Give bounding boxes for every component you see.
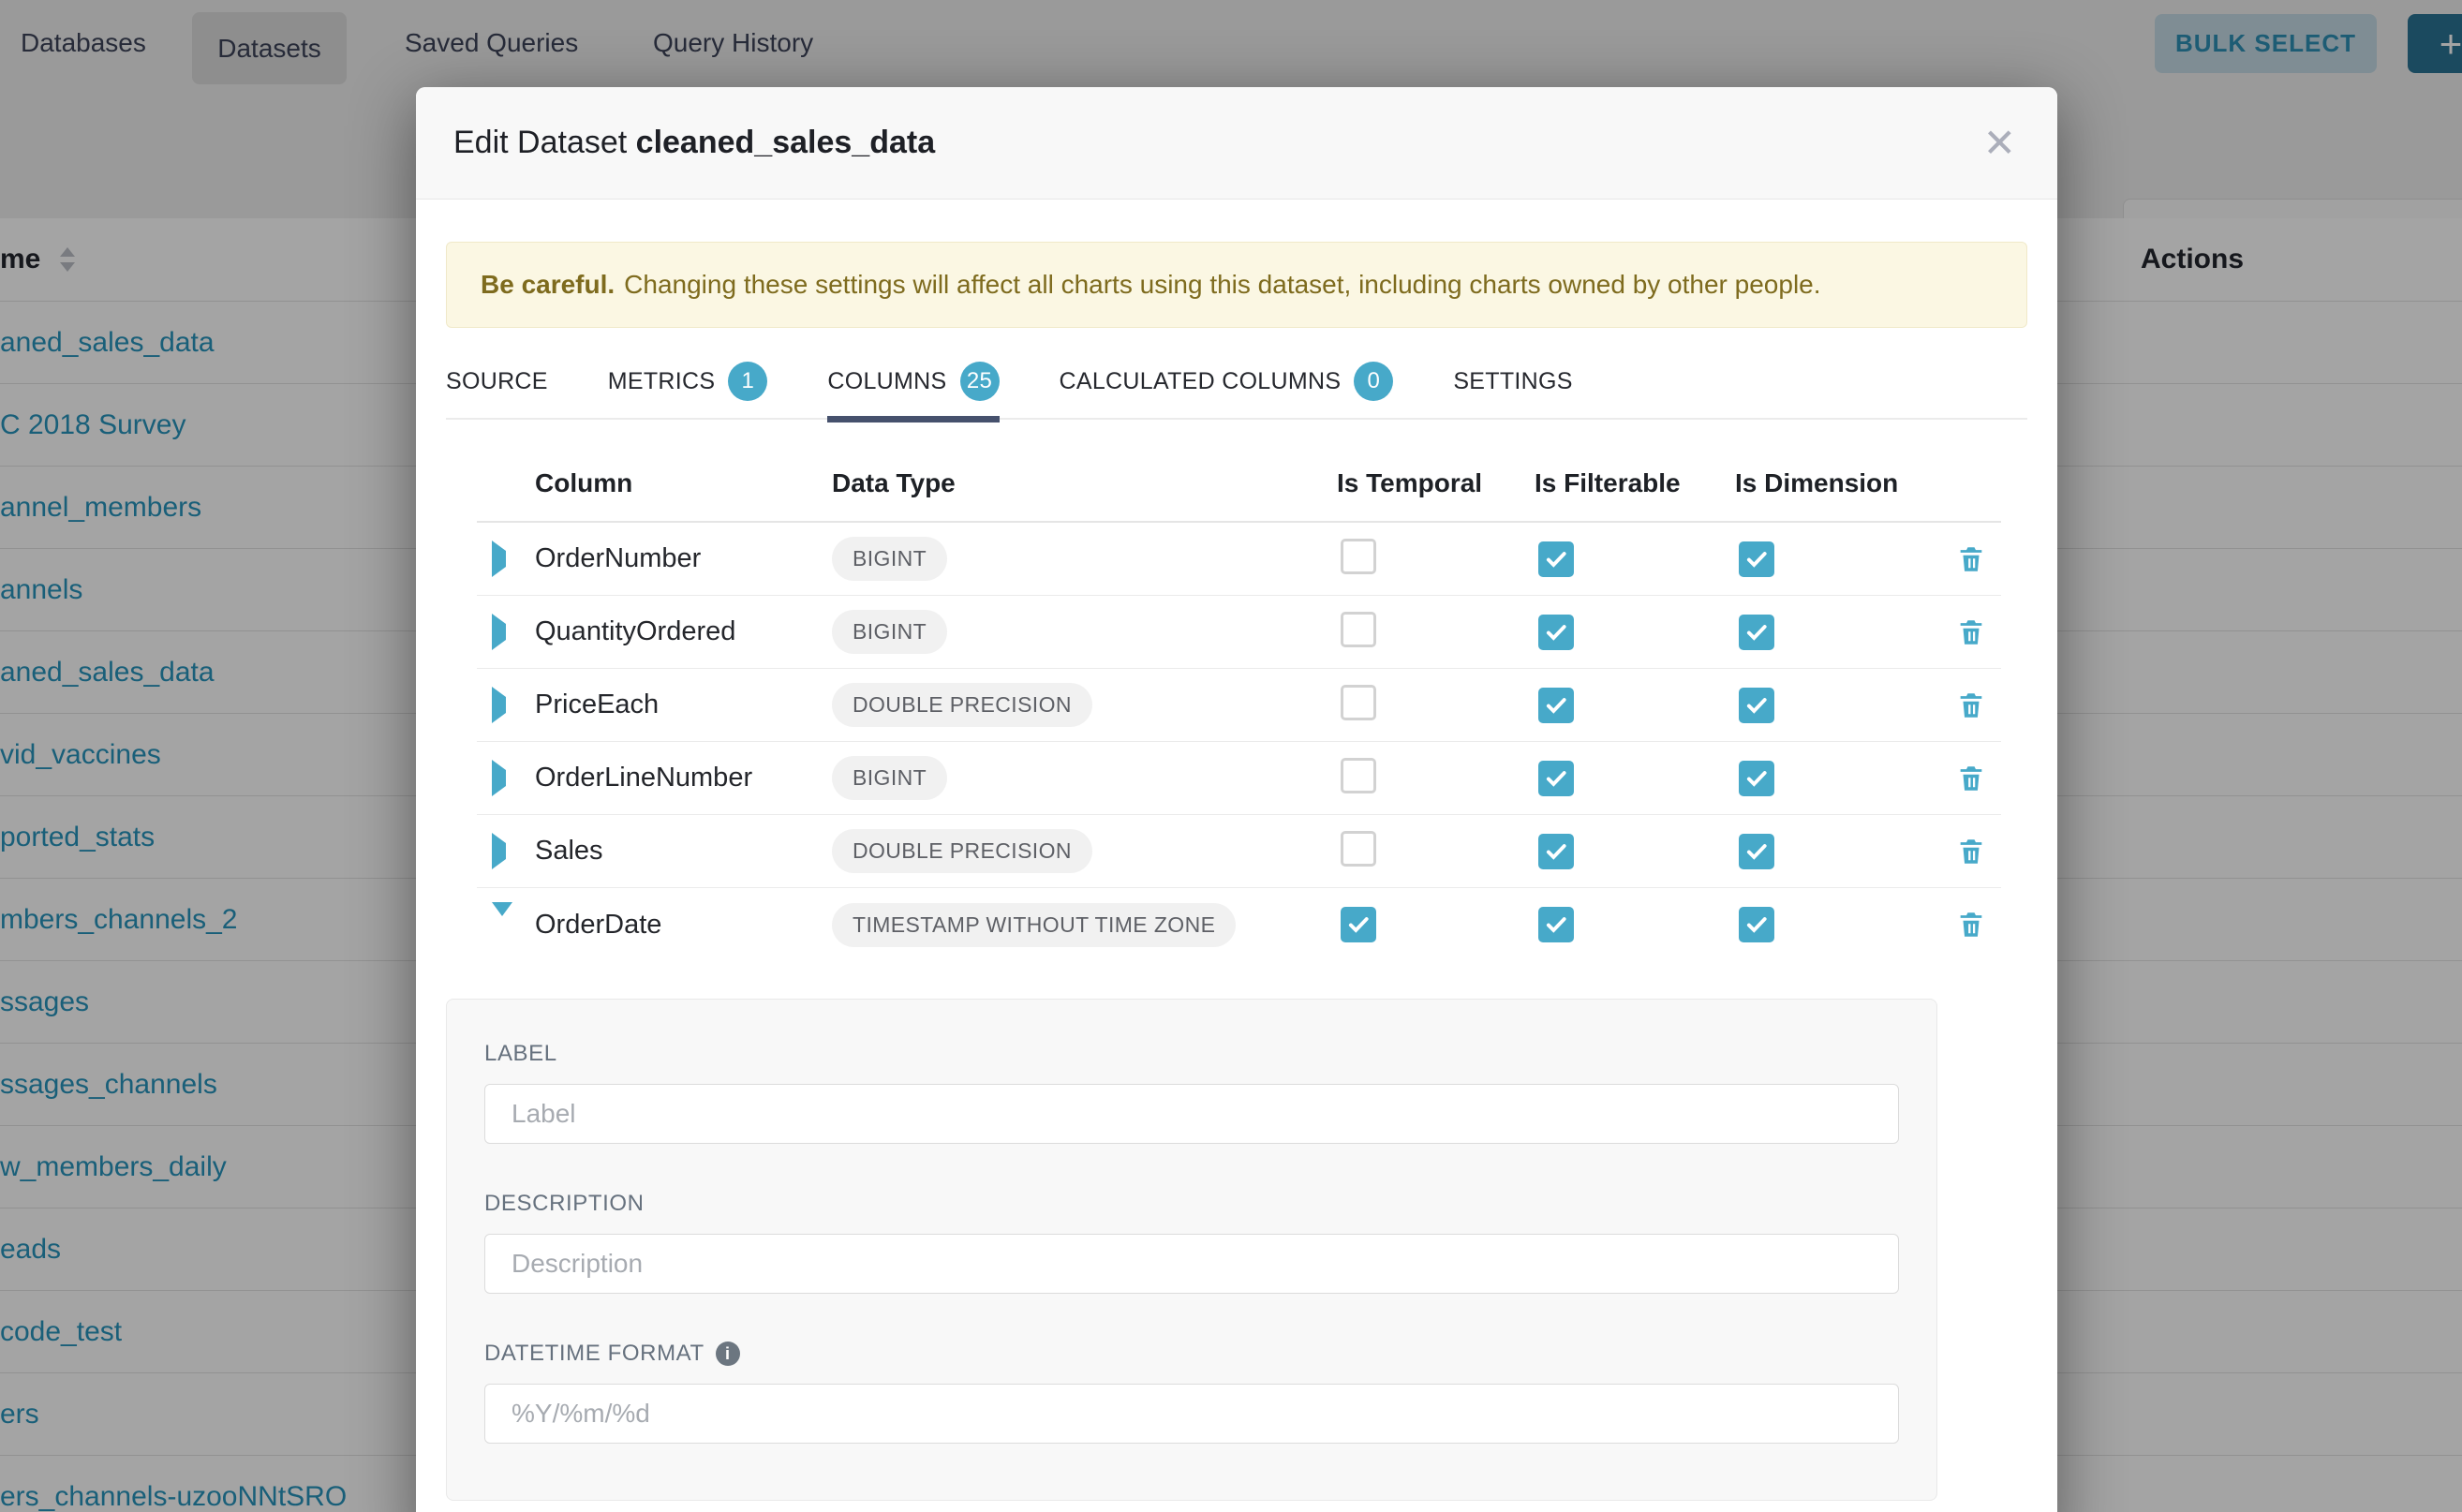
is-dimension-checkbox[interactable] — [1739, 688, 1774, 723]
is-filterable-checkbox[interactable] — [1538, 761, 1574, 796]
datetime-format-label-text: DATETIME FORMAT — [484, 1341, 704, 1367]
is-dimension-checkbox[interactable] — [1739, 834, 1774, 869]
edit-dataset-modal: Edit Dataset cleaned_sales_data ✕ Be car… — [416, 87, 2057, 1512]
columns-table: Column Data Type Is Temporal Is Filterab… — [477, 420, 2001, 961]
modal-header: Edit Dataset cleaned_sales_data ✕ — [416, 87, 2057, 200]
description-field-label-text: DESCRIPTION — [484, 1191, 645, 1217]
is-filterable-checkbox[interactable] — [1538, 907, 1574, 942]
columns-table-header: Column Data Type Is Temporal Is Filterab… — [477, 420, 2001, 523]
is-dimension-checkbox[interactable] — [1739, 615, 1774, 650]
label-field-label: LABEL — [484, 1041, 1899, 1067]
warning-banner-text: Changing these settings will affect all … — [624, 270, 1820, 300]
columns-table-rows: OrderNumberBIGINTQuantityOrderedBIGINTPr… — [477, 523, 2001, 961]
label-input[interactable] — [484, 1084, 1899, 1144]
caret-right-icon[interactable] — [492, 760, 506, 796]
warning-banner: Be careful. Changing these settings will… — [446, 242, 2027, 328]
is-temporal-checkbox[interactable] — [1341, 907, 1376, 942]
is-temporal-checkbox[interactable] — [1341, 612, 1376, 647]
trash-icon[interactable] — [1955, 689, 1987, 721]
modal-tabs: SOURCE METRICS 1 COLUMNS 25 CALCULATED COLUMN… — [446, 345, 2027, 420]
is-dimension-checkbox[interactable] — [1739, 541, 1774, 577]
data-type-header: Data Type — [832, 468, 1337, 498]
caret-right-icon[interactable] — [492, 614, 506, 650]
datetime-format-field-label: DATETIME FORMAT i — [484, 1341, 1899, 1367]
label-field-label-text: LABEL — [484, 1041, 557, 1067]
info-icon[interactable]: i — [716, 1342, 740, 1366]
caret-down-icon[interactable] — [492, 902, 512, 932]
is-filterable-checkbox[interactable] — [1538, 615, 1574, 650]
is-filterable-checkbox[interactable] — [1538, 541, 1574, 577]
data-type-pill: TIMESTAMP WITHOUT TIME ZONE — [832, 903, 1236, 947]
data-type-pill: BIGINT — [832, 537, 947, 581]
column-edit-panel: LABEL DESCRIPTION DATETIME FORMAT i — [446, 999, 1937, 1501]
tab-count-badge: 25 — [960, 362, 1000, 401]
close-icon[interactable]: ✕ — [1983, 124, 2016, 163]
data-type-pill: DOUBLE PRECISION — [832, 829, 1092, 873]
tab-label: SETTINGS — [1453, 368, 1572, 395]
trash-icon[interactable] — [1955, 909, 1987, 941]
is-temporal-header: Is Temporal — [1337, 468, 1535, 498]
trash-icon[interactable] — [1955, 836, 1987, 867]
tab-label: METRICS — [608, 368, 716, 395]
tab-calculated-columns[interactable]: CALCULATED COLUMNS 0 — [1060, 344, 1394, 419]
modal-title-prefix: Edit Dataset — [453, 125, 627, 160]
data-type-pill: DOUBLE PRECISION — [832, 683, 1092, 727]
is-temporal-checkbox[interactable] — [1341, 831, 1376, 867]
trash-icon[interactable] — [1955, 543, 1987, 575]
is-temporal-checkbox[interactable] — [1341, 758, 1376, 793]
tab-count-badge: 1 — [728, 362, 767, 401]
caret-right-icon[interactable] — [492, 687, 506, 723]
column-row: QuantityOrderedBIGINT — [477, 596, 2001, 669]
is-dimension-checkbox[interactable] — [1739, 761, 1774, 796]
is-dimension-checkbox[interactable] — [1739, 907, 1774, 942]
caret-right-icon[interactable] — [492, 541, 506, 577]
modal-body: Be careful. Changing these settings will… — [416, 242, 2057, 1501]
warning-banner-bold: Be careful. — [481, 270, 615, 300]
column-name: QuantityOrdered — [535, 616, 832, 647]
description-input[interactable] — [484, 1234, 1899, 1294]
column-name: OrderNumber — [535, 543, 832, 574]
column-row: PriceEachDOUBLE PRECISION — [477, 669, 2001, 742]
trash-icon[interactable] — [1955, 763, 1987, 794]
caret-right-icon[interactable] — [492, 833, 506, 869]
tab-columns[interactable]: COLUMNS 25 — [827, 344, 999, 419]
tab-label: COLUMNS — [827, 368, 946, 395]
tab-settings[interactable]: SETTINGS — [1453, 344, 1572, 419]
column-row: OrderNumberBIGINT — [477, 523, 2001, 596]
modal-title-dataset-name: cleaned_sales_data — [636, 125, 935, 160]
is-dimension-header: Is Dimension — [1735, 468, 1941, 498]
tab-label: CALCULATED COLUMNS — [1060, 368, 1342, 395]
tab-label: SOURCE — [446, 368, 548, 395]
column-row: OrderLineNumberBIGINT — [477, 742, 2001, 815]
column-row: SalesDOUBLE PRECISION — [477, 815, 2001, 888]
data-type-pill: BIGINT — [832, 610, 947, 654]
tab-metrics[interactable]: METRICS 1 — [608, 344, 768, 419]
description-field-label: DESCRIPTION — [484, 1191, 1899, 1217]
column-name: Sales — [535, 836, 832, 867]
datetime-format-input[interactable] — [484, 1384, 1899, 1444]
column-name: PriceEach — [535, 689, 832, 720]
column-row: OrderDateTIMESTAMP WITHOUT TIME ZONE — [477, 888, 2001, 961]
trash-icon[interactable] — [1955, 616, 1987, 648]
modal-title: Edit Dataset cleaned_sales_data — [453, 125, 935, 161]
column-name: OrderLineNumber — [535, 763, 832, 793]
is-temporal-checkbox[interactable] — [1341, 685, 1376, 720]
is-temporal-checkbox[interactable] — [1341, 539, 1376, 574]
is-filterable-checkbox[interactable] — [1538, 834, 1574, 869]
is-filterable-header: Is Filterable — [1535, 468, 1735, 498]
column-header: Column — [535, 468, 832, 498]
is-filterable-checkbox[interactable] — [1538, 688, 1574, 723]
tab-source[interactable]: SOURCE — [446, 344, 548, 419]
data-type-pill: BIGINT — [832, 756, 947, 800]
tab-count-badge: 0 — [1354, 362, 1393, 401]
column-name: OrderDate — [535, 910, 832, 941]
